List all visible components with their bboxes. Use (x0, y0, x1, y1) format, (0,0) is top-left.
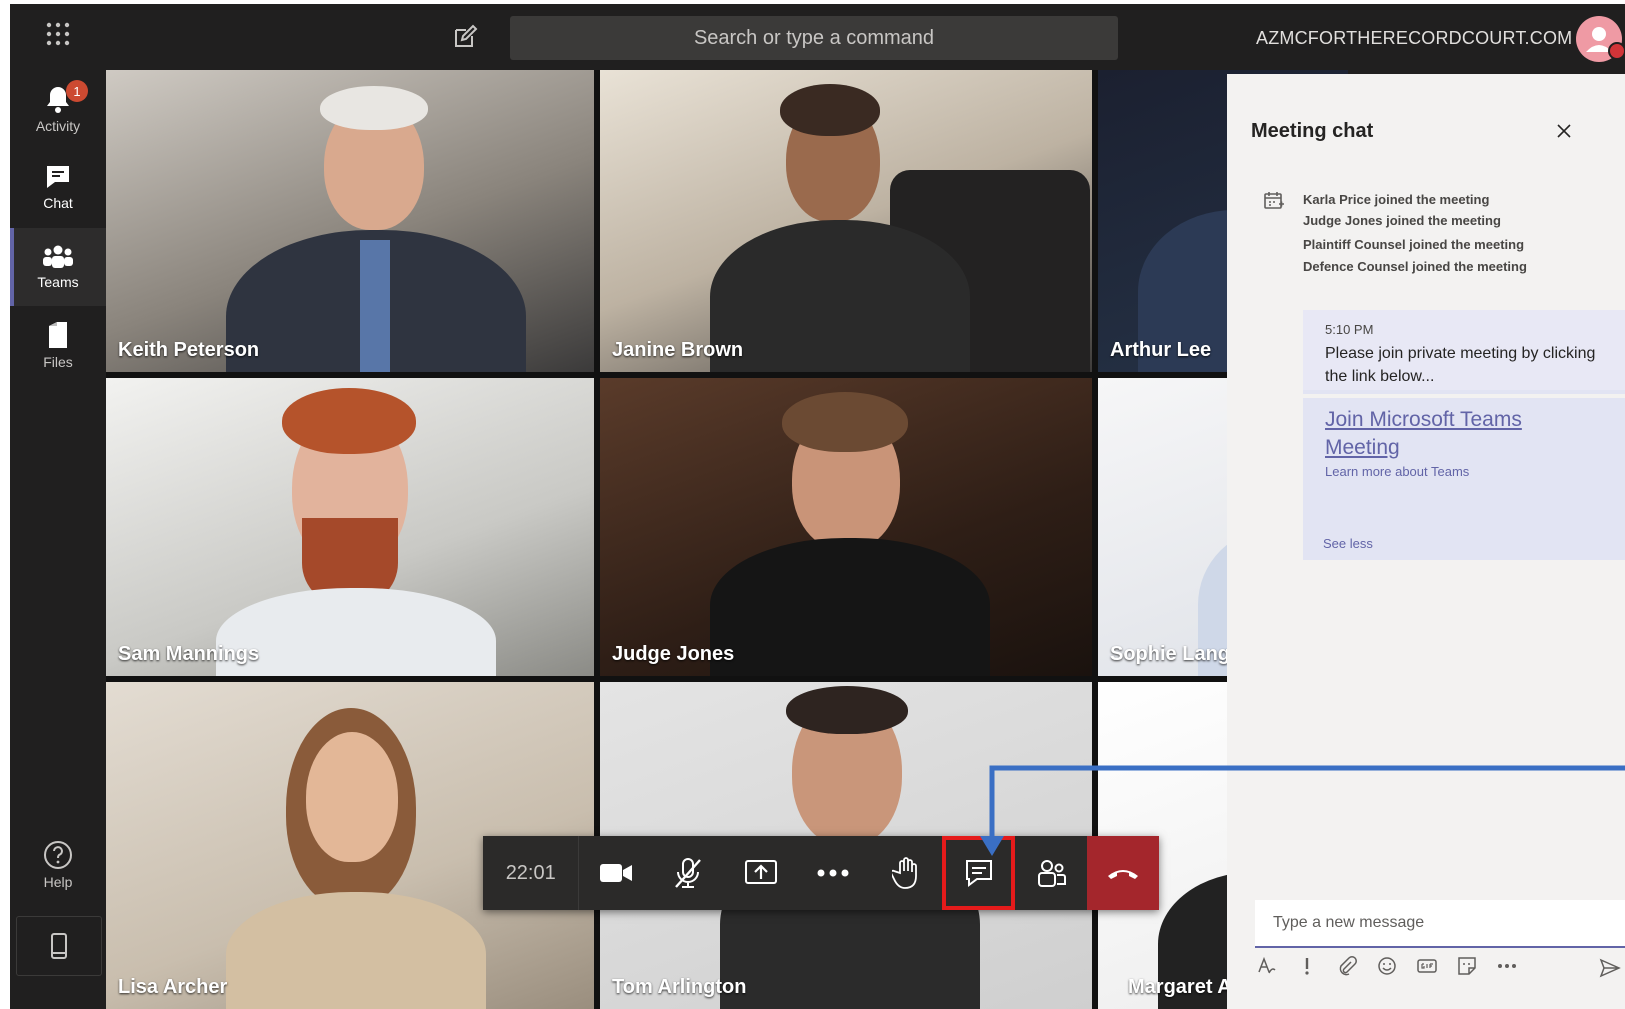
gif-button[interactable] (1417, 956, 1437, 976)
format-icon (1258, 956, 1276, 974)
rail-item-help[interactable]: Help (10, 826, 106, 904)
presence-status-badge (1608, 42, 1625, 60)
composer-toolbar (1257, 956, 1517, 976)
system-event: Karla Price joined the meeting (1303, 192, 1490, 207)
sticker-icon (1458, 957, 1476, 975)
rail-item-teams[interactable]: Teams (10, 228, 106, 306)
participant-name: Judge Jones (612, 643, 735, 665)
system-event: Plaintiff Counsel joined the meeting (1303, 237, 1525, 252)
message-composer (1255, 900, 1625, 948)
rail-label: Help (43, 874, 73, 890)
format-button[interactable] (1257, 956, 1277, 976)
participants-icon (1038, 860, 1067, 887)
importance-button[interactable] (1297, 956, 1317, 976)
video-tile[interactable]: Sam Mannings (106, 378, 594, 676)
panel-title: Meeting chat (1251, 120, 1374, 142)
top-bar: Search or type a command AZMCFORTHERECOR… (10, 4, 1625, 70)
divider (1303, 394, 1625, 398)
avatar[interactable] (1576, 16, 1625, 62)
chat-message: 5:10 PM Please join private meeting by c… (1303, 310, 1625, 560)
message-input[interactable] (1255, 900, 1625, 946)
camera-toggle-button[interactable] (579, 836, 652, 910)
chat-icon (47, 166, 69, 188)
call-duration: 22:01 (483, 836, 580, 910)
emoji-button[interactable] (1377, 956, 1397, 976)
learn-more-link[interactable]: Learn more about Teams (1325, 464, 1469, 479)
teams-app: Search or type a command AZMCFORTHERECOR… (10, 4, 1625, 1009)
hang-up-button[interactable] (1087, 836, 1159, 910)
rail-label: Files (43, 354, 73, 370)
app-launcher-icon[interactable] (46, 22, 70, 46)
call-controls-bar: 22:01 (483, 836, 1159, 910)
gif-icon (1417, 959, 1437, 973)
participant-name: Tom Arlington (612, 976, 747, 998)
video-tile[interactable]: Judge Jones (600, 378, 1092, 676)
send-icon[interactable] (1599, 958, 1621, 978)
rail-label: Activity (35, 118, 81, 134)
phone-icon (51, 933, 67, 959)
hang-up-icon (1108, 870, 1139, 879)
calendar-join-icon (1264, 192, 1284, 209)
search-input[interactable]: Search or type a command (510, 16, 1118, 60)
file-icon (49, 322, 67, 348)
tenant-name: AZMCFORTHERECORDCOURT.COM (1256, 28, 1573, 48)
meeting-chat-panel: Meeting chat Karla Price joined the meet… (1227, 74, 1625, 1009)
rail-label: Teams (37, 274, 79, 290)
share-screen-button[interactable] (725, 836, 798, 910)
rail-item-chat[interactable]: Chat (10, 148, 106, 226)
system-event: Defence Counsel joined the meeting (1303, 259, 1527, 274)
more-actions-button[interactable] (797, 836, 870, 910)
participant-name: Lisa Archer (118, 976, 228, 998)
mobile-app-button[interactable] (16, 916, 102, 976)
mute-toggle-button[interactable] (652, 836, 725, 910)
hand-icon (891, 857, 917, 889)
more-options-button[interactable] (1497, 956, 1517, 976)
rail-item-files[interactable]: Files (10, 306, 106, 384)
close-icon[interactable] (1555, 122, 1573, 140)
system-event: Judge Jones joined the meeting (1303, 213, 1501, 228)
participant-name: Margaret All (1128, 976, 1243, 998)
message-text: Please join private meeting by clicking … (1325, 345, 1596, 385)
microphone-off-icon (675, 858, 702, 888)
exclamation-icon (1305, 958, 1309, 975)
more-options-icon (817, 869, 849, 877)
participant-name: Arthur Lee (1110, 339, 1212, 361)
video-tile[interactable]: Janine Brown (600, 70, 1092, 372)
share-screen-icon (744, 860, 777, 884)
video-grid: Keith Peterson Janine Brown Arthur Lee S… (106, 70, 1348, 1009)
raise-hand-button[interactable] (870, 836, 943, 910)
participant-name: Sam Mannings (118, 643, 260, 665)
video-camera-icon (599, 864, 632, 882)
participant-name: Janine Brown (612, 339, 744, 361)
paperclip-icon (1339, 956, 1357, 976)
rail-label: Chat (43, 195, 73, 211)
show-conversation-button[interactable] (942, 836, 1015, 910)
teams-icon (43, 245, 73, 268)
video-tile[interactable]: Keith Peterson (106, 70, 594, 372)
more-options-icon (1498, 964, 1516, 968)
see-less-link[interactable]: See less (1323, 536, 1373, 551)
participant-name: Sophie Lang (1110, 643, 1230, 665)
new-chat-icon[interactable] (452, 24, 478, 50)
app-rail: 1 Activity Chat Teams Files Help (10, 70, 106, 1009)
participant-name: Keith Peterson (118, 339, 260, 361)
join-meeting-link[interactable]: Join Microsoft Teams Meeting (1325, 406, 1595, 462)
chat-icon (965, 860, 992, 887)
help-icon (44, 841, 72, 869)
tenant-switcher[interactable]: AZMCFORTHERECORDCOURT.COM (1256, 28, 1592, 49)
emoji-icon (1378, 957, 1396, 975)
message-timestamp: 5:10 PM (1325, 322, 1374, 337)
attach-button[interactable] (1337, 956, 1357, 976)
sticker-button[interactable] (1457, 956, 1477, 976)
activity-count-badge: 1 (66, 80, 88, 102)
rail-item-activity[interactable]: 1 Activity (10, 70, 106, 148)
show-participants-button[interactable] (1015, 836, 1088, 910)
